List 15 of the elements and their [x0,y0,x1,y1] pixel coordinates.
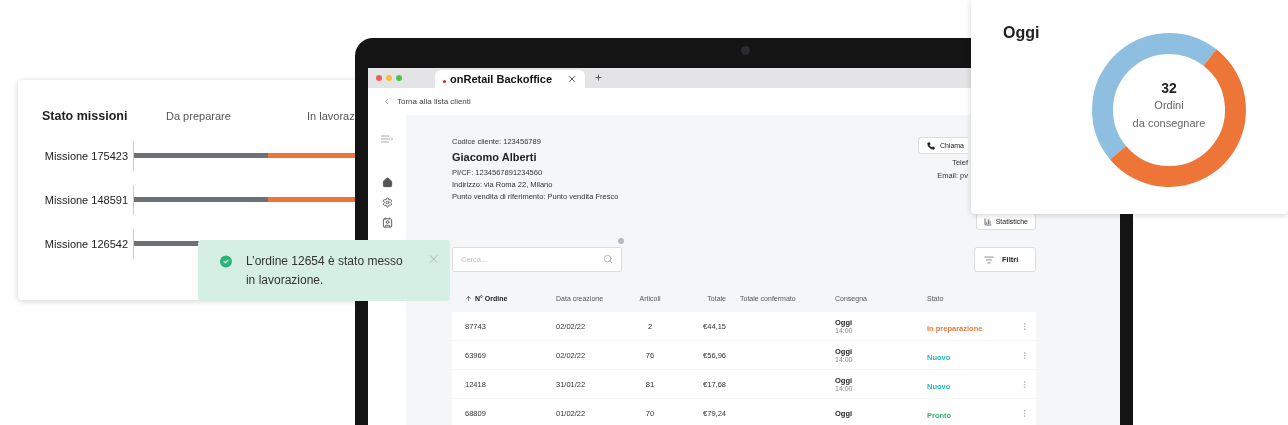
toast-message: L’ordine 12654 è stato messo in lavorazione. [245,253,404,289]
mission-label: Missione 148591 [43,194,129,206]
order-count: 32 [1161,80,1177,96]
customer-name: Giacomo Alberti [452,151,538,163]
mission-label: Missione 175423 [43,150,129,162]
mission-label: Missione 126542 [43,238,129,250]
card-title: Oggi [1003,24,1040,42]
count-label: Ordini [1154,98,1184,113]
back-link[interactable]: Torna alla lista clienti [397,96,471,106]
tab-title: onRetail Backoffice [450,72,554,85]
card-title: Stato missioni [42,109,129,123]
browser-tab[interactable]: onRetail Backoffice [435,69,585,88]
count-label: da consegnare [1132,116,1206,131]
column-header: Da preparare [166,110,232,122]
column-header: In lavoraz [307,110,356,122]
